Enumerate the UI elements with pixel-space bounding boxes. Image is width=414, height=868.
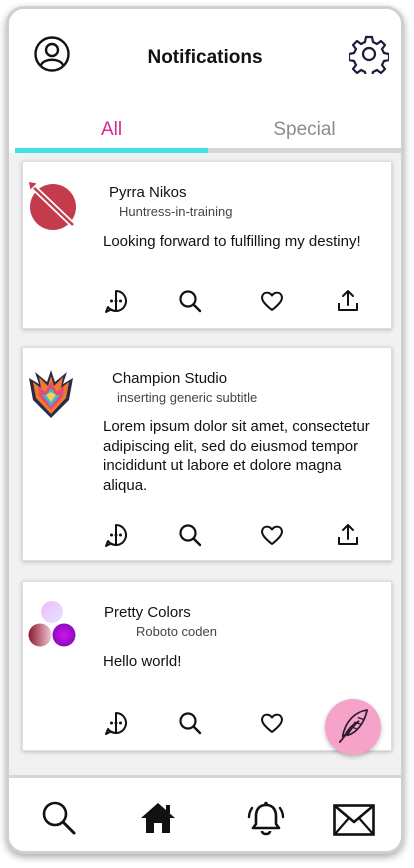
comment-icon[interactable] (103, 288, 129, 314)
heart-icon[interactable] (259, 522, 285, 548)
author-subtitle: Roboto coden (136, 624, 217, 639)
heart-icon[interactable] (259, 288, 285, 314)
bottom-nav (9, 775, 401, 851)
search-icon[interactable] (177, 710, 203, 736)
tab-bar: All Special (15, 111, 401, 153)
winged-crest-logo (29, 370, 73, 418)
author-name[interactable]: Pretty Colors (104, 604, 191, 621)
gear-icon[interactable] (349, 34, 389, 74)
search-icon[interactable] (177, 522, 203, 548)
three-color-circles (28, 601, 76, 647)
author-subtitle: Huntress-in-training (119, 204, 233, 219)
home-icon[interactable] (139, 800, 177, 836)
bell-ringing-icon[interactable] (247, 800, 285, 838)
tab-all[interactable]: All (15, 119, 208, 141)
notification-card[interactable]: Champion Studio inserting generic subtit… (22, 347, 392, 561)
notification-card[interactable]: Pyrra Nikos Huntress-in-training Looking… (22, 161, 392, 329)
post-body: Looking forward to fulfilling my destiny… (103, 233, 361, 250)
search-icon[interactable] (41, 800, 77, 836)
author-name[interactable]: Pyrra Nikos (109, 184, 187, 201)
author-subtitle: inserting generic subtitle (117, 390, 258, 405)
post-actions (23, 522, 391, 548)
compose-button[interactable] (325, 699, 381, 755)
page-title: Notifications (147, 47, 263, 68)
post-actions (23, 288, 391, 314)
tab-special[interactable]: Special (208, 119, 401, 141)
comment-icon[interactable] (103, 522, 129, 548)
mail-icon[interactable] (333, 804, 375, 836)
author-name[interactable]: Champion Studio (112, 370, 227, 387)
notification-feed[interactable]: Pyrra Nikos Huntress-in-training Looking… (9, 153, 401, 777)
feather-quill-icon (338, 709, 369, 743)
post-body: Lorem ipsum dolor sit amet, consectetur … (103, 418, 370, 494)
comment-icon[interactable] (103, 710, 129, 736)
heart-icon[interactable] (259, 710, 285, 736)
share-icon[interactable] (335, 288, 361, 314)
share-icon[interactable] (335, 522, 361, 548)
search-icon[interactable] (177, 288, 203, 314)
red-circle-arrow-logo (26, 180, 76, 230)
header: Notifications (9, 9, 401, 109)
phone-frame: Notifications All Special Pyrra Nikos Hu… (6, 6, 404, 854)
post-body: Hello world! (103, 653, 182, 670)
